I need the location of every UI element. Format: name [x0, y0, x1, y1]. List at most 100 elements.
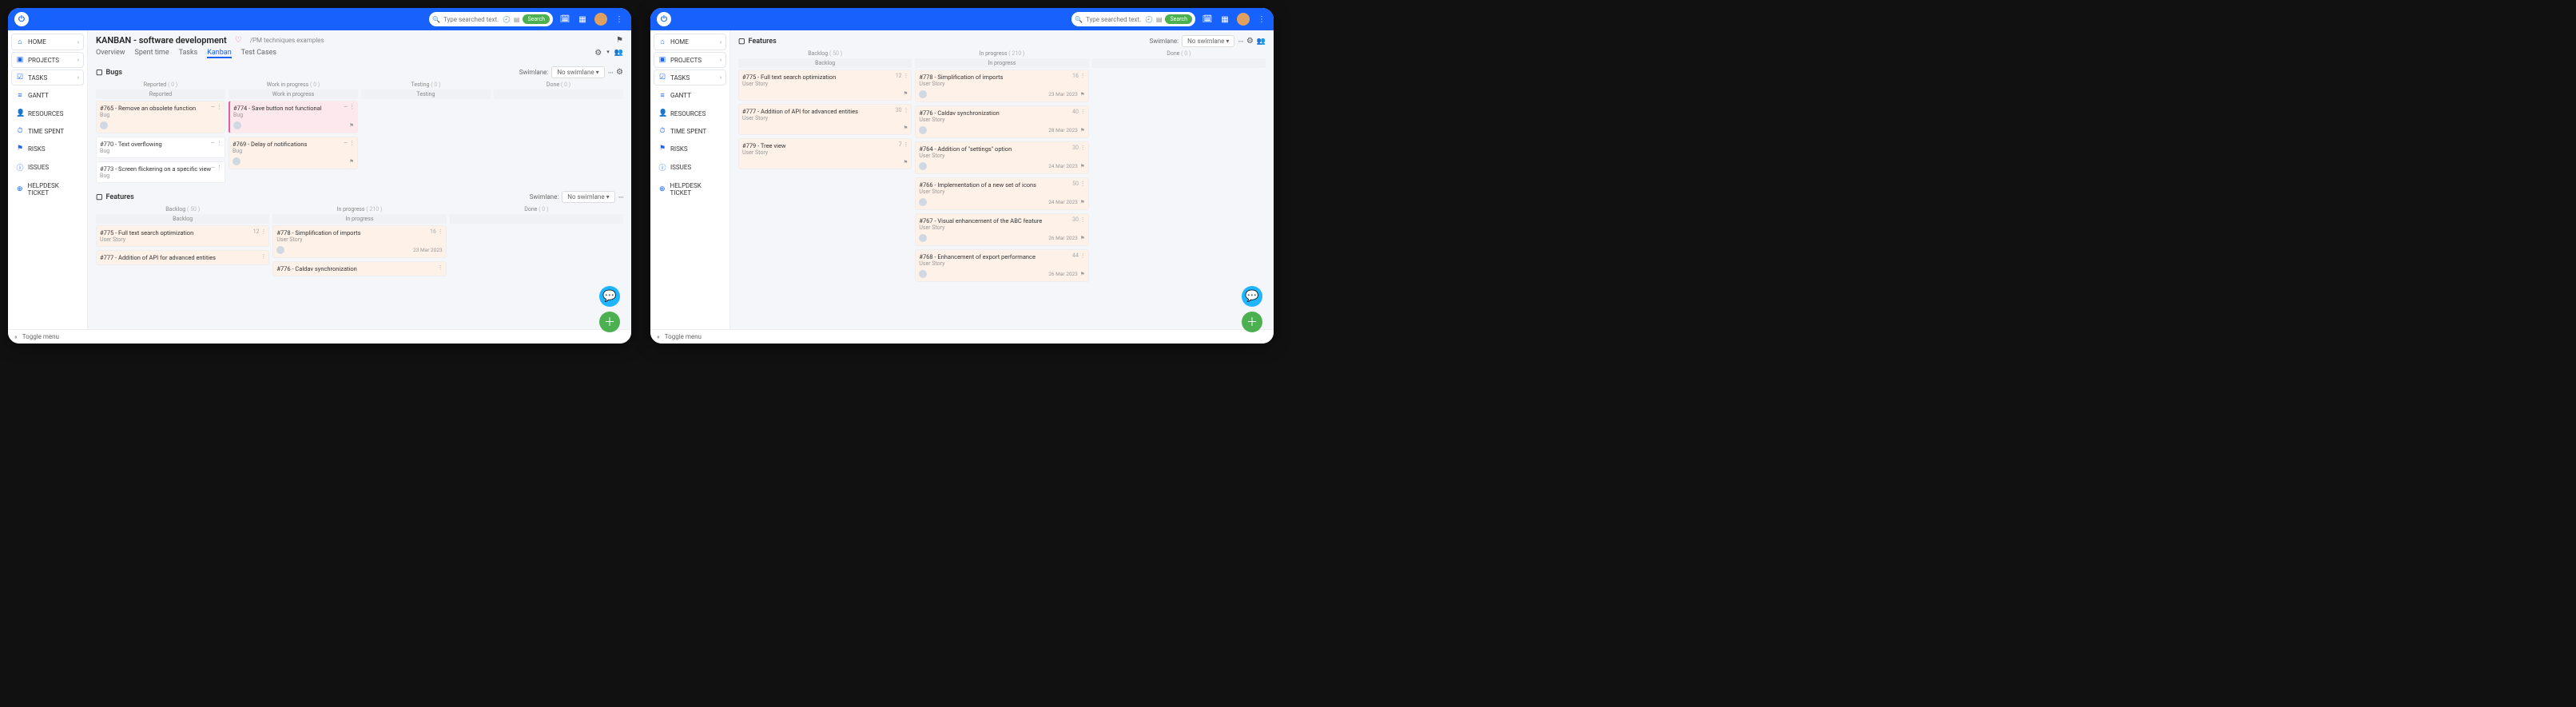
people-icon[interactable]: 👥	[1257, 38, 1266, 46]
card[interactable]: #776 - Caldav synchronizationUser Story4…	[915, 105, 1088, 138]
breadcrumb[interactable]: /PM techniques examples	[250, 37, 324, 44]
section-gear-icon[interactable]: ⚙	[616, 68, 623, 77]
tabs: Overview Spent time Tasks Kanban Test Ca…	[96, 49, 623, 58]
assignee-avatar	[233, 121, 241, 129]
card[interactable]: #773 - Screen flickering on a specific v…	[96, 161, 225, 183]
clip-icon[interactable]: ▤	[1156, 16, 1163, 23]
heart-icon[interactable]: ♡	[235, 36, 242, 45]
card[interactable]: #775 - Full text search optimizationUser…	[738, 70, 912, 101]
search-input[interactable]	[1086, 16, 1142, 23]
card[interactable]: #768 - Enhancement of export performance…	[915, 249, 1088, 282]
kebab-icon[interactable]: ⋮	[1256, 14, 1267, 25]
sidebar-item-gantt[interactable]: ≡GANTT	[11, 87, 84, 104]
sidebar-item-tasks[interactable]: ☑TASKS›	[654, 70, 726, 85]
section-menu-icon[interactable]: ···	[608, 67, 613, 78]
home-icon: ⌂	[658, 38, 666, 46]
search-box[interactable]: 🔍 🕘 ▤ Search	[429, 12, 553, 26]
card[interactable]: #777 - Addition of API for advanced enti…	[738, 104, 912, 135]
clip-icon[interactable]: ▤	[514, 16, 520, 23]
sidebar-item-issues[interactable]: ⓘISSUES	[11, 158, 84, 177]
calendar-icon[interactable]: 🗓	[559, 14, 570, 25]
toggle-menu[interactable]: Toggle menu	[665, 333, 702, 340]
card-icon[interactable]: ▦	[1219, 14, 1230, 25]
add-fab[interactable]: ＋	[599, 312, 620, 332]
tab-kanban[interactable]: Kanban	[207, 49, 231, 58]
sidebar-item-gantt[interactable]: ≡GANTT	[654, 87, 726, 104]
card[interactable]: #764 - Addition of "settings" optionUser…	[915, 141, 1088, 174]
flag-icon[interactable]: ⚑	[616, 36, 623, 45]
sidebar-item-projects[interactable]: ▣PROJECTS›	[11, 52, 84, 68]
swimlane-select[interactable]: No swimlane ▾	[562, 191, 614, 203]
swimlane-select[interactable]: No swimlane ▾	[1182, 35, 1234, 47]
search-box[interactable]: 🔍 🕘 ▤ Search	[1071, 12, 1195, 26]
collapse-icon[interactable]: «	[14, 333, 18, 340]
tab-test-cases[interactable]: Test Cases	[241, 49, 276, 58]
sidebar-item-home[interactable]: ⌂HOME›	[11, 34, 84, 50]
assignee-avatar	[919, 270, 927, 278]
sidebar-item-helpdesk[interactable]: ⊕HELPDESK TICKET	[11, 178, 84, 201]
chat-fab[interactable]: 💬	[1242, 286, 1262, 307]
assignee-avatar	[233, 157, 241, 165]
tab-overview[interactable]: Overview	[96, 49, 125, 58]
projects-icon: ▣	[16, 56, 24, 64]
chat-fab[interactable]: 💬	[599, 286, 620, 307]
app-logo[interactable]: ⏻	[657, 12, 671, 26]
sidebar-item-resources[interactable]: 👤RESOURCES	[11, 105, 84, 121]
clock-icon[interactable]: 🕘	[1145, 16, 1153, 23]
card[interactable]: #777 - Addition of API for advanced enti…	[96, 250, 269, 265]
flag-icon: ⚑	[349, 158, 354, 165]
section-menu-icon[interactable]: ···	[618, 192, 623, 203]
search-button[interactable]: Search	[523, 14, 550, 24]
card[interactable]: #778 - Simplification of importsUser Sto…	[915, 70, 1088, 102]
sidebar-item-resources[interactable]: 👤RESOURCES	[654, 105, 726, 121]
card[interactable]: #769 - Delay of notificationsBug― ⋮⚑	[229, 137, 358, 169]
card[interactable]: #767 - Visual enhancement of the ABC fea…	[915, 213, 1088, 246]
card[interactable]: #776 - Caldav synchronization⋮	[272, 261, 446, 276]
card[interactable]: #774 - Save button not functionalBug― ⋮⚑	[229, 101, 358, 133]
sidebar-item-risks[interactable]: ⚑RISKS	[654, 141, 726, 157]
calendar-icon[interactable]: 🗓	[1202, 14, 1213, 25]
card[interactable]: #766 - Implementation of a new set of ic…	[915, 177, 1088, 210]
add-fab[interactable]: ＋	[1242, 312, 1262, 332]
col-backlog: #775 - Full text search optimizationUser…	[96, 225, 269, 276]
projects-icon: ▣	[658, 56, 666, 64]
card[interactable]: #779 - Tree viewUser Story7 ⋮⚑	[738, 138, 912, 169]
sidebar-item-risks[interactable]: ⚑RISKS	[11, 141, 84, 157]
sidebar-item-helpdesk[interactable]: ⊕HELPDESK TICKET	[654, 178, 726, 201]
kebab-icon[interactable]: ⋮	[614, 14, 625, 25]
sidebar-item-projects[interactable]: ▣PROJECTS›	[654, 52, 726, 68]
resources-icon: 👤	[658, 109, 666, 117]
sidebar-item-time[interactable]: ⏱TIME SPENT	[654, 123, 726, 139]
section-menu-icon[interactable]: ···	[1238, 36, 1242, 47]
sidebar-item-issues[interactable]: ⓘISSUES	[654, 158, 726, 177]
gear-icon[interactable]: ⚙	[594, 49, 602, 58]
section-gear-icon[interactable]: ⚙	[1246, 37, 1254, 46]
tab-spent-time[interactable]: Spent time	[134, 49, 169, 58]
avatar[interactable]	[594, 13, 607, 26]
collapse-icon[interactable]: «	[657, 333, 660, 340]
assignee-avatar	[919, 126, 927, 134]
card[interactable]: #770 - Text overflowingBug― ⋮	[96, 137, 225, 158]
app-logo[interactable]: ⏻	[14, 12, 29, 26]
swimlane-select[interactable]: No swimlane ▾	[551, 66, 604, 78]
swimlane-label: Swimlane:	[1149, 38, 1179, 45]
card-icon[interactable]: ▦	[577, 14, 588, 25]
search-input[interactable]	[443, 16, 499, 23]
sidebar-item-time[interactable]: ⏱TIME SPENT	[11, 123, 84, 139]
sidebar-item-home[interactable]: ⌂HOME›	[654, 34, 726, 50]
toggle-menu[interactable]: Toggle menu	[22, 333, 59, 340]
search-button[interactable]: Search	[1165, 14, 1192, 24]
people-icon[interactable]: 👥	[614, 49, 623, 58]
card[interactable]: #775 - Full text search optimizationUser…	[96, 225, 269, 247]
risks-icon: ⚑	[658, 145, 666, 153]
tab-tasks[interactable]: Tasks	[179, 49, 198, 58]
card[interactable]: #765 - Remove an obsolete functionBug― ⋮	[96, 101, 225, 133]
clock-icon[interactable]: 🕘	[503, 16, 511, 23]
card[interactable]: #778 - Simplification of importsUser Sto…	[272, 225, 446, 258]
col-inprogress: #778 - Simplification of importsUser Sto…	[915, 70, 1088, 282]
swimlane-label: Swimlane:	[530, 193, 559, 201]
flag-icon: ⚑	[1080, 91, 1085, 97]
sidebar-item-tasks[interactable]: ☑TASKS›	[11, 70, 84, 85]
avatar[interactable]	[1237, 13, 1250, 26]
assignee-avatar	[919, 162, 927, 170]
